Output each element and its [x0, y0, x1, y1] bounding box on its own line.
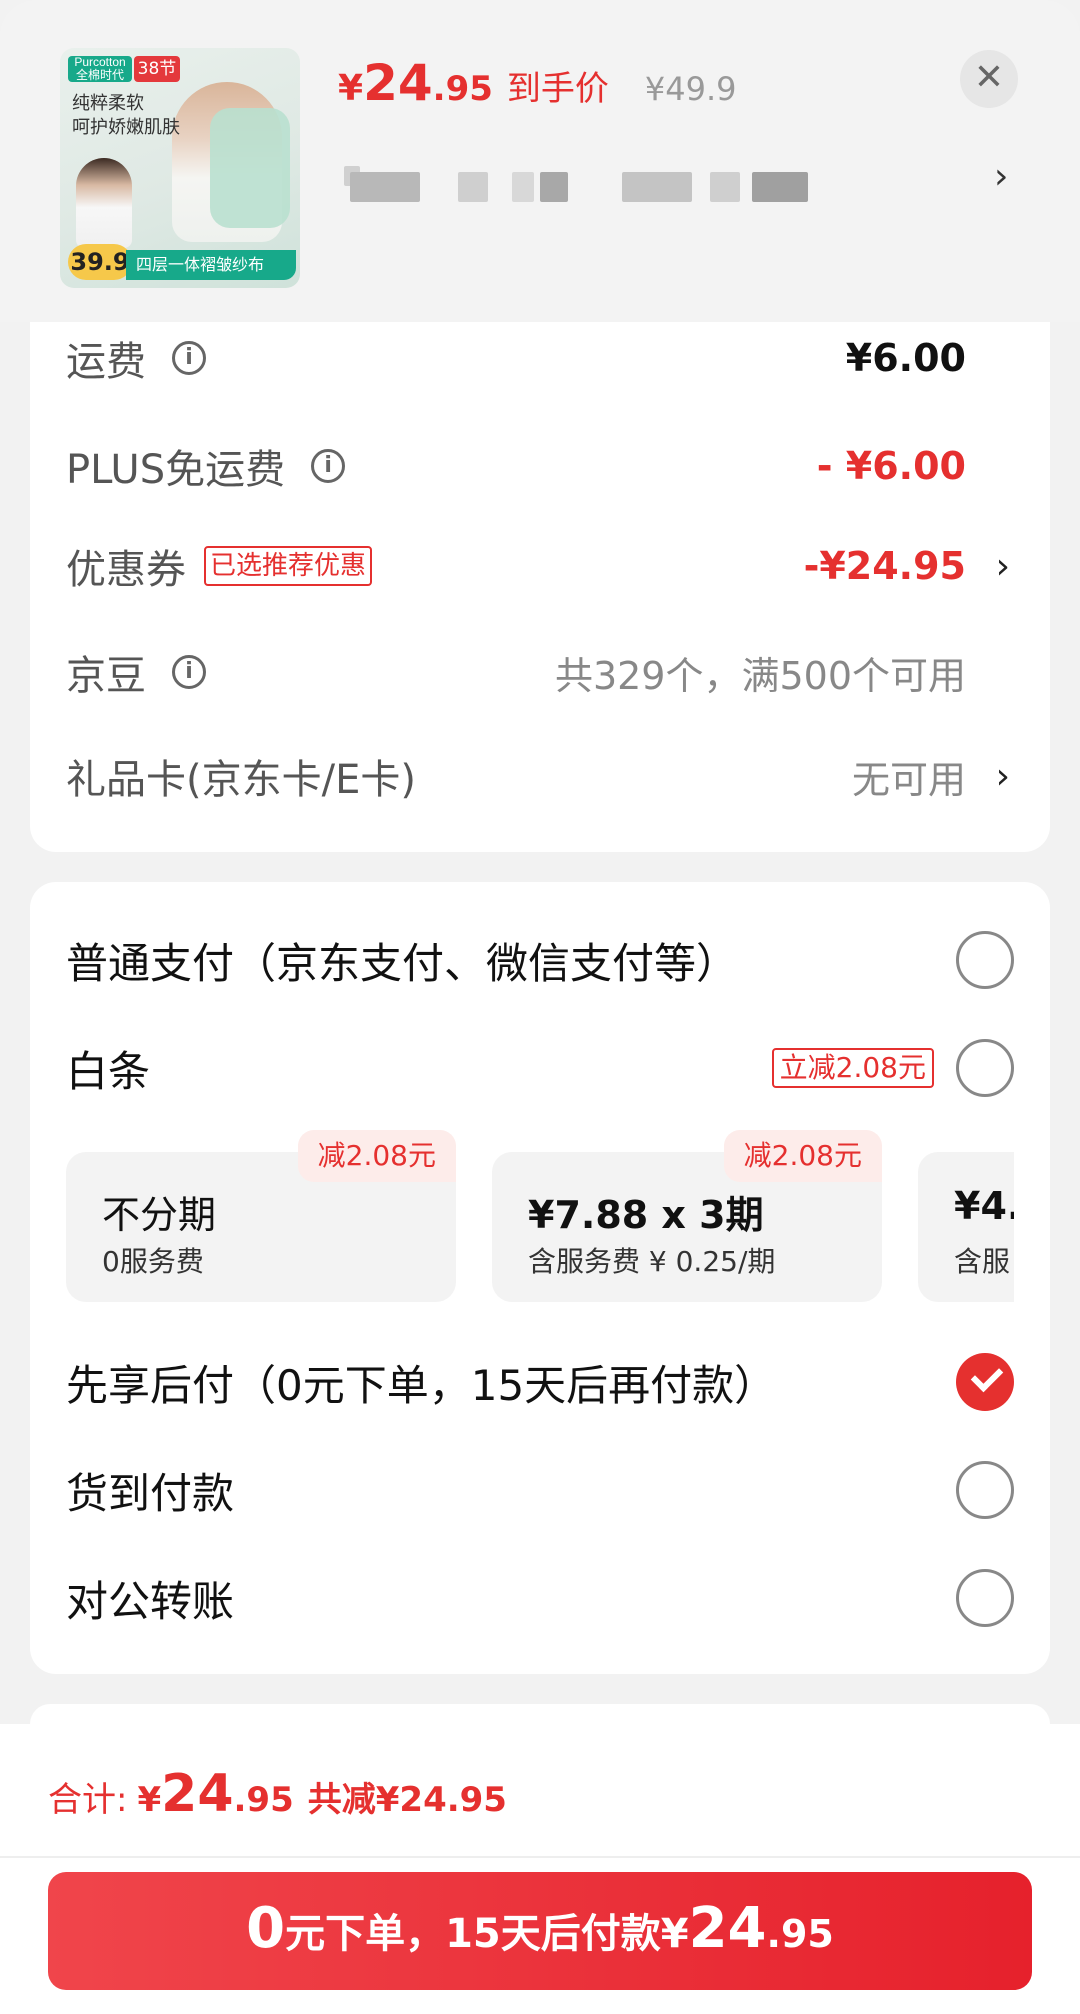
radio-bnpl-checked[interactable] [956, 1353, 1014, 1411]
plus-free-shipping-row: PLUS免运费 i - ¥6.00 [66, 436, 1014, 496]
plan-title: ¥7.88 x 3期 [528, 1193, 764, 1237]
checkout-footer: 合计: ¥ 24 .95 共减¥24.95 0 元下单，15天后付款¥ 24 .… [0, 1724, 1080, 2014]
cta-integer: 24 [688, 1896, 767, 1961]
installment-plan-more[interactable]: ¥4. 含服 [918, 1152, 1014, 1302]
price-currency: ¥ [338, 68, 364, 109]
cta-zero: 0 [246, 1896, 286, 1961]
radio-cod[interactable] [956, 1461, 1014, 1519]
jd-bean-value: 共329个，满500个可用 [554, 653, 966, 698]
plan-title: ¥4. [954, 1184, 1014, 1228]
plan-title: 不分期 [102, 1193, 217, 1237]
total-integer: 24 [161, 1764, 234, 1824]
plan-subtitle: 0服务费 [102, 1245, 204, 1278]
jd-bean-row: 京豆 i 共329个，满500个可用 [66, 642, 1014, 702]
total-decimal: .95 [233, 1780, 294, 1820]
towel-photo [210, 108, 290, 228]
payment-option-bnpl[interactable]: 先享后付（0元下单，15天后再付款） [66, 1352, 1014, 1412]
original-price: ¥49.9 [644, 70, 737, 108]
close-button[interactable]: ✕ [960, 50, 1018, 108]
slogan-line-2: 呵护娇嫩肌肤 [72, 117, 180, 138]
festival-tag: 38节 [134, 56, 180, 82]
plus-label: PLUS免运费 [66, 447, 286, 493]
shipping-label: 运费 [66, 339, 146, 385]
gift-card-value: 无可用 [851, 757, 966, 802]
thumb-slogan: 纯粹柔软 呵护娇嫩肌肤 [72, 92, 180, 140]
close-icon: ✕ [973, 57, 1005, 98]
payment-option-baitiao[interactable]: 白条 立减2.08元 [66, 1038, 1014, 1098]
info-icon[interactable]: i [172, 341, 206, 375]
final-price: ¥ 24 .95 到手价 ¥49.9 [338, 54, 737, 114]
plan-subtitle: 含服务费 ¥ 0.25/期 [528, 1245, 776, 1278]
total-currency: ¥ [137, 1780, 162, 1820]
radio-baitiao[interactable] [956, 1039, 1014, 1097]
fee-summary-card: 运费 i ¥6.00 PLUS免运费 i - ¥6.00 优惠券 已选推荐优惠 … [30, 322, 1050, 852]
price-tag: 到手价 [506, 69, 609, 109]
info-icon[interactable]: i [172, 655, 206, 689]
coupon-badge: 已选推荐优惠 [204, 546, 373, 586]
chevron-right-icon: › [995, 755, 1010, 797]
payment-method-card: 普通支付（京东支付、微信支付等） 白条 立减2.08元 不分期 0服务费 减2.… [30, 882, 1050, 1674]
product-thumbnail[interactable]: Purcotton 全棉时代 38节 纯粹柔软 呵护娇嫩肌肤 39.9 四层一体… [60, 48, 300, 288]
installment-plan-3[interactable]: ¥7.88 x 3期 含服务费 ¥ 0.25/期 减2.08元 [492, 1130, 882, 1302]
redacted-address[interactable] [340, 166, 820, 202]
price-decimal: .95 [432, 69, 493, 109]
chevron-right-icon: › [995, 545, 1010, 587]
radio-normal[interactable] [956, 931, 1014, 989]
cta-decimal: .95 [766, 1912, 834, 1956]
plan-discount-badge: 减2.08元 [723, 1130, 882, 1182]
thumb-feature-strip: 四层一体褶皱纱布 [126, 250, 296, 280]
coupon-value: -¥24.95 [803, 544, 966, 588]
normal-payment-label: 普通支付（京东支付、微信支付等） [66, 938, 739, 988]
chevron-right-icon[interactable]: › [994, 156, 1008, 197]
payment-option-normal[interactable]: 普通支付（京东支付、微信支付等） [66, 930, 1014, 990]
gift-card-row[interactable]: 礼品卡(京东卡/E卡) 无可用 › [66, 746, 1014, 806]
transfer-label: 对公转账 [66, 1576, 235, 1626]
info-icon[interactable]: i [311, 449, 346, 483]
cta-text: 元下单，15天后付款¥ [285, 1911, 689, 1957]
secondary-model-photo [76, 158, 132, 248]
submit-order-button[interactable]: 0 元下单，15天后付款¥ 24 .95 [48, 1872, 1032, 1990]
total-saved: 共减¥24.95 [307, 1780, 507, 1820]
jd-bean-label: 京豆 [66, 653, 146, 699]
total-label: 合计: [48, 1780, 128, 1820]
bnpl-label: 先享后付（0元下单，15天后再付款） [66, 1360, 777, 1410]
price-integer: 24 [363, 54, 433, 112]
checkout-sheet: Purcotton 全棉时代 38节 纯粹柔软 呵护娇嫩肌肤 39.9 四层一体… [0, 0, 1080, 2014]
installment-plan-none[interactable]: 不分期 0服务费 减2.08元 [66, 1130, 456, 1302]
product-header: Purcotton 全棉时代 38节 纯粹柔软 呵护娇嫩肌肤 39.9 四层一体… [0, 0, 1080, 322]
payment-option-cod[interactable]: 货到付款 [66, 1460, 1014, 1520]
divider [0, 1856, 1080, 1858]
plus-value: - ¥6.00 [816, 444, 966, 488]
payment-option-transfer[interactable]: 对公转账 [66, 1568, 1014, 1628]
cod-label: 货到付款 [66, 1468, 235, 1518]
coupon-label: 优惠券 [66, 547, 186, 593]
coupon-row[interactable]: 优惠券 已选推荐优惠 -¥24.95 › [66, 536, 1014, 596]
thumb-price-badge: 39.9 [68, 244, 132, 280]
installment-plans: 不分期 0服务费 减2.08元 ¥7.88 x 3期 含服务费 ¥ 0.25/期… [66, 1130, 1014, 1320]
radio-transfer[interactable] [956, 1569, 1014, 1627]
plan-subtitle: 含服 [954, 1245, 1011, 1278]
plan-discount-badge: 减2.08元 [297, 1130, 456, 1182]
gift-card-label: 礼品卡(京东卡/E卡) [66, 757, 416, 803]
order-total: 合计: ¥ 24 .95 共减¥24.95 [48, 1764, 507, 1824]
baitiao-label: 白条 [66, 1046, 151, 1096]
slogan-line-1: 纯粹柔软 [72, 93, 144, 114]
shipping-value: ¥6.00 [845, 336, 966, 380]
baitiao-discount-badge: 立减2.08元 [771, 1048, 934, 1088]
brand-logo: Purcotton 全棉时代 [68, 56, 132, 82]
shipping-row: 运费 i ¥6.00 [66, 328, 1014, 388]
